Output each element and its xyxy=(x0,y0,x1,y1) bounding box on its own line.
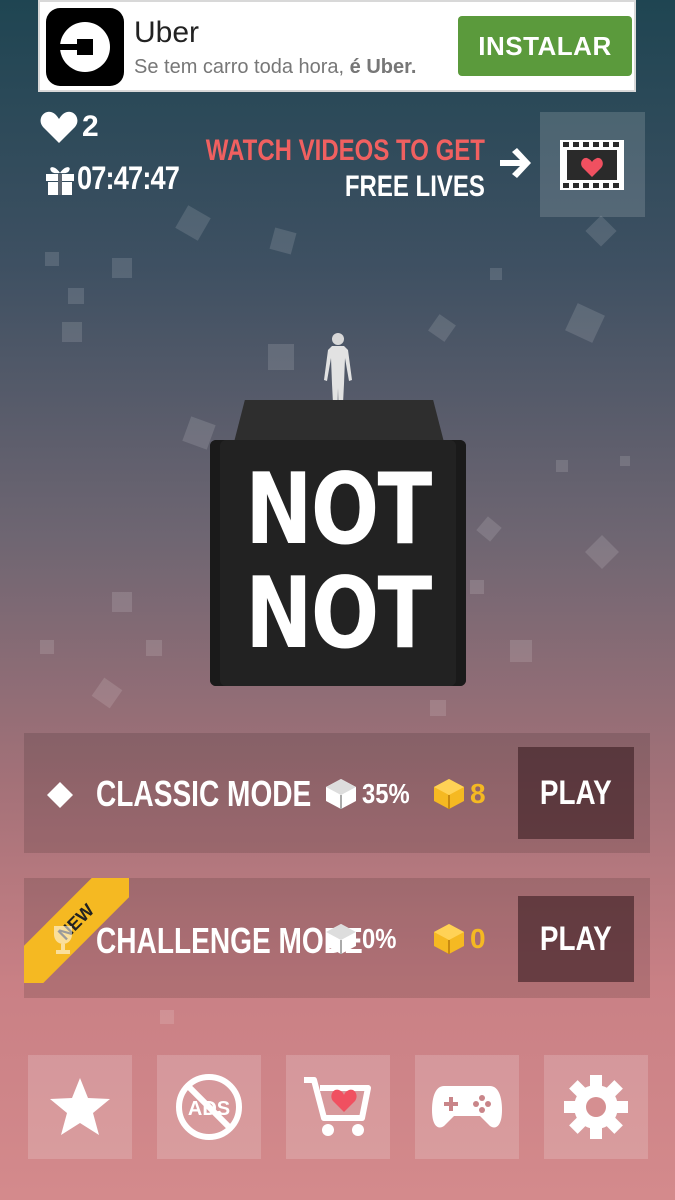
remove-ads-button[interactable]: ADS xyxy=(157,1055,261,1159)
classic-gems-value: 8 xyxy=(470,778,486,809)
logo-line2: NOT xyxy=(245,557,432,671)
watch-videos-line1: WATCH VIDEOS TO GET xyxy=(205,134,485,167)
gamepad-icon xyxy=(432,1086,502,1128)
gold-cube-icon xyxy=(434,924,464,954)
diamond-icon xyxy=(47,782,73,808)
challenge-play-button[interactable]: PLAY xyxy=(518,896,634,982)
challenge-gems-value: 0 xyxy=(470,923,486,954)
classic-gems: 8 xyxy=(432,777,486,811)
games-button[interactable] xyxy=(415,1055,519,1159)
cube-progress-icon xyxy=(326,924,356,954)
install-button[interactable]: INSTALAR xyxy=(458,16,632,76)
game-logo: NOT NOT xyxy=(233,458,443,666)
star-icon xyxy=(50,1078,110,1135)
challenge-gems: 0 xyxy=(432,922,486,956)
ad-banner[interactable]: Uber Se tem carro toda hora, é Uber. INS… xyxy=(38,0,636,92)
challenge-mode-panel: NEW CHALLENGE MODE 0% 0 PLAY xyxy=(24,878,650,998)
video-heart-icon xyxy=(560,140,624,190)
classic-progress-value: 35% xyxy=(362,778,410,809)
lives-counter: 2 xyxy=(40,110,99,144)
timer-value: 07:47:47 xyxy=(77,160,180,196)
watch-video-button[interactable] xyxy=(540,112,645,217)
challenge-mode-label: CHALLENGE MODE xyxy=(96,920,363,961)
shop-cart-icon xyxy=(304,1077,371,1136)
arrow-right-icon xyxy=(500,148,531,178)
gold-cube-icon xyxy=(434,779,464,809)
shop-button[interactable] xyxy=(286,1055,390,1159)
classic-mode-label: CLASSIC MODE xyxy=(96,773,312,814)
challenge-play-label: PLAY xyxy=(540,919,612,958)
challenge-progress-value: 0% xyxy=(362,923,397,954)
trophy-icon xyxy=(54,926,72,954)
free-gift-timer: 07:47:47 xyxy=(45,160,197,197)
lives-count: 2 xyxy=(82,110,99,143)
gift-icon xyxy=(46,166,74,195)
classic-play-button[interactable]: PLAY xyxy=(518,747,634,839)
settings-button[interactable] xyxy=(544,1055,648,1159)
gear-icon xyxy=(564,1075,628,1139)
uber-logo xyxy=(46,8,124,86)
ad-subtitle: Se tem carro toda hora, é Uber. xyxy=(134,56,417,78)
watch-videos-prompt: WATCH VIDEOS TO GET FREE LIVES xyxy=(206,133,485,205)
logo-line1: NOT xyxy=(245,453,432,567)
challenge-progress: 0% xyxy=(324,922,402,956)
heart-icon xyxy=(40,111,78,143)
classic-play-label: PLAY xyxy=(540,773,612,812)
classic-progress: 35% xyxy=(324,777,418,811)
no-ads-label: ADS xyxy=(188,1098,230,1120)
rate-button[interactable] xyxy=(28,1055,132,1159)
watch-videos-line2: FREE LIVES xyxy=(344,170,485,203)
no-ads-icon: ADS xyxy=(176,1074,242,1140)
classic-mode-panel: CLASSIC MODE 35% 8 PLAY xyxy=(24,733,650,853)
ad-title: Uber xyxy=(134,16,200,49)
cube-progress-icon xyxy=(326,779,356,809)
